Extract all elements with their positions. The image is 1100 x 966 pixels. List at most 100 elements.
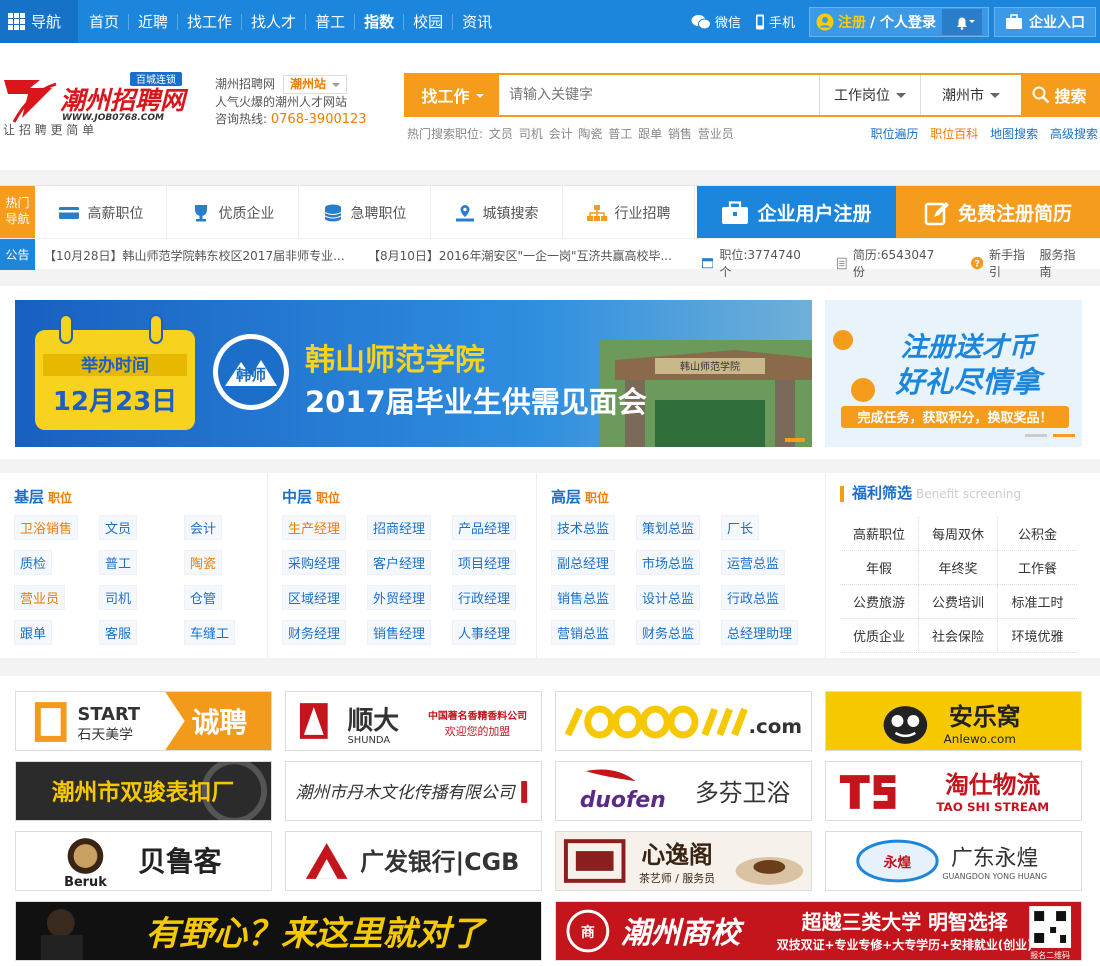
welfare-tag[interactable]: 公费旅游 — [840, 585, 919, 619]
hot-word[interactable]: 跟单 — [638, 127, 662, 141]
position-tag[interactable]: 采购经理 — [282, 550, 347, 575]
ad-yonghuang[interactable]: 永煌 广东永煌 GUANGDON YONG HUANG — [825, 831, 1082, 891]
ad-ambition[interactable]: 有野心？来这里就对了 — [15, 901, 542, 961]
ad-dot-com[interactable]: .com — [555, 691, 812, 751]
position-tag[interactable]: 销售经理 — [367, 620, 432, 645]
newbie-guide-link[interactable]: 新手指引 — [989, 246, 1032, 280]
position-tag[interactable]: 行政总监 — [721, 585, 786, 610]
ad-chaozhou-school[interactable]: 商 潮州商校 超越三类大学 明智选择 双技双证+专业专修+大专学历+安排就业(创… — [555, 901, 1082, 961]
mobile-link[interactable]: 手机 — [755, 12, 795, 31]
category-urgent[interactable]: 急聘职位 — [299, 186, 431, 239]
ad-anlewo[interactable]: 安乐窝 Anlewo.com — [825, 691, 1082, 751]
job-traverse-link[interactable]: 职位遍历 — [870, 127, 918, 141]
position-tag[interactable]: 车缝工 — [184, 620, 236, 645]
notice-item[interactable]: 【10月28日】韩山师范学院韩东校区2017届非师专业... — [44, 247, 345, 264]
position-tag[interactable]: 总经理助理 — [721, 620, 799, 645]
welfare-tag[interactable]: 年终奖 — [919, 551, 998, 585]
position-tag[interactable]: 设计总监 — [636, 585, 701, 610]
top-link-find-job[interactable]: 找工作 — [178, 13, 243, 30]
position-tag[interactable]: 普工 — [99, 550, 138, 575]
category-quality-enterprise[interactable]: 优质企业 — [167, 186, 299, 239]
job-wiki-link[interactable]: 职位百科 — [930, 127, 978, 141]
top-link-recent[interactable]: 近聘 — [129, 13, 179, 30]
welfare-tag[interactable]: 高薪职位 — [840, 517, 919, 551]
position-tag[interactable]: 销售总监 — [551, 585, 616, 610]
wechat-link[interactable]: 微信 — [691, 12, 741, 31]
position-tag[interactable]: 技术总监 — [551, 515, 616, 540]
category-industry[interactable]: 行业招聘 — [563, 186, 695, 239]
city-select[interactable]: 潮州市 — [920, 75, 1021, 115]
search-type-select[interactable]: 找工作 — [406, 75, 499, 115]
position-tag[interactable]: 仓管 — [184, 585, 223, 610]
hot-word[interactable]: 文员 — [489, 127, 513, 141]
search-button[interactable]: 搜索 — [1021, 75, 1098, 115]
position-tag[interactable]: 区域经理 — [282, 585, 347, 610]
login-link[interactable]: / 个人登录 — [870, 12, 936, 32]
top-link-find-talent[interactable]: 找人才 — [242, 13, 307, 30]
position-tag[interactable]: 生产经理 — [282, 515, 347, 540]
hot-word[interactable]: 会计 — [549, 127, 573, 141]
ad-taoshi[interactable]: 淘仕物流 TAO SHI STREAM — [825, 761, 1082, 821]
welfare-tag[interactable]: 环境优雅 — [998, 619, 1077, 653]
position-tag[interactable]: 运营总监 — [721, 550, 786, 575]
station-select[interactable]: 潮州站 — [283, 75, 348, 94]
welfare-tag[interactable]: 年假 — [840, 551, 919, 585]
hot-word[interactable]: 营业员 — [698, 127, 734, 141]
category-high-salary[interactable]: 高薪职位 — [35, 186, 167, 239]
notification-button[interactable] — [942, 8, 982, 35]
nav-menu-button[interactable]: 导航 — [0, 0, 78, 43]
top-link-news[interactable]: 资讯 — [453, 14, 501, 30]
ad-danmu[interactable]: 潮州市丹木文化传播有限公司 — [285, 761, 542, 821]
resume-register-button[interactable]: 免费注册简历 — [896, 186, 1100, 239]
category-select[interactable]: 工作岗位 — [819, 75, 920, 115]
position-tag[interactable]: 策划总监 — [636, 515, 701, 540]
welfare-tag[interactable]: 公积金 — [998, 517, 1077, 551]
hot-word[interactable]: 陶瓷 — [578, 127, 602, 141]
category-town-search[interactable]: 城镇搜索 — [431, 186, 563, 239]
hot-word[interactable]: 销售 — [668, 127, 692, 141]
position-tag[interactable]: 产品经理 — [452, 515, 517, 540]
position-tag[interactable]: 营销总监 — [551, 620, 616, 645]
ad-shuangjun[interactable]: 潮州市双骏表扣厂 — [15, 761, 272, 821]
position-tag[interactable]: 行政经理 — [452, 585, 517, 610]
main-banner[interactable]: 韩山师范学院 举办时间 12月23日 韩师 韩山师范学院 2017届毕业生供需见… — [15, 300, 812, 447]
welfare-tag[interactable]: 工作餐 — [998, 551, 1077, 585]
register-link[interactable]: 注册 — [838, 12, 866, 32]
ad-shunda[interactable]: 顺大 SHUNDA 中国著名香精香料公司 欢迎您的加盟 — [285, 691, 542, 751]
position-tag[interactable]: 文员 — [99, 515, 138, 540]
position-tag[interactable]: 财务总监 — [636, 620, 701, 645]
top-link-general-worker[interactable]: 普工 — [306, 13, 356, 30]
position-tag[interactable]: 客服 — [99, 620, 138, 645]
ad-xinyige[interactable]: 心逸阁 茶艺师 / 服务员 — [555, 831, 812, 891]
position-tag[interactable]: 人事经理 — [452, 620, 517, 645]
notice-item[interactable]: 【8月10日】2016年潮安区"一企一岗"互济共赢高校毕... — [368, 247, 672, 264]
welfare-tag[interactable]: 公费培训 — [919, 585, 998, 619]
ad-beruk[interactable]: Beruk 贝鲁客 — [15, 831, 272, 891]
position-tag[interactable]: 客户经理 — [367, 550, 432, 575]
position-tag[interactable]: 市场总监 — [636, 550, 701, 575]
welfare-tag[interactable]: 社会保险 — [919, 619, 998, 653]
position-tag[interactable]: 卫浴销售 — [14, 515, 79, 540]
service-guide-link[interactable]: 服务指南 — [1040, 246, 1083, 280]
position-tag[interactable]: 副总经理 — [551, 550, 616, 575]
ad-duofen[interactable]: duofen 多芬卫浴 — [555, 761, 812, 821]
ad-cgb[interactable]: 广发银行|CGB — [285, 831, 542, 891]
top-link-index[interactable]: 指数 — [355, 13, 405, 30]
position-tag[interactable]: 陶瓷 — [184, 550, 223, 575]
advanced-search-link[interactable]: 高级搜索 — [1050, 127, 1098, 141]
enterprise-entry-button[interactable]: 企业入口 — [994, 6, 1096, 37]
position-tag[interactable]: 财务经理 — [282, 620, 347, 645]
welfare-tag[interactable]: 每周双休 — [919, 517, 998, 551]
position-tag[interactable]: 外贸经理 — [367, 585, 432, 610]
enterprise-register-button[interactable]: 企业用户注册 — [697, 186, 896, 239]
map-search-link[interactable]: 地图搜索 — [990, 127, 1038, 141]
position-tag[interactable]: 司机 — [99, 585, 138, 610]
position-tag[interactable]: 会计 — [184, 515, 223, 540]
search-input[interactable] — [499, 75, 819, 115]
position-tag[interactable]: 招商经理 — [367, 515, 432, 540]
ad-start[interactable]: START 石天美学 诚聘 — [15, 691, 272, 751]
position-tag[interactable]: 跟单 — [14, 620, 53, 645]
hot-word[interactable]: 普工 — [608, 127, 632, 141]
site-logo[interactable]: 百城连锁 潮州招聘网 WWW.JOB0768.COM 让 招 聘 更 简 单 — [0, 72, 195, 137]
welfare-tag[interactable]: 标准工时 — [998, 585, 1077, 619]
